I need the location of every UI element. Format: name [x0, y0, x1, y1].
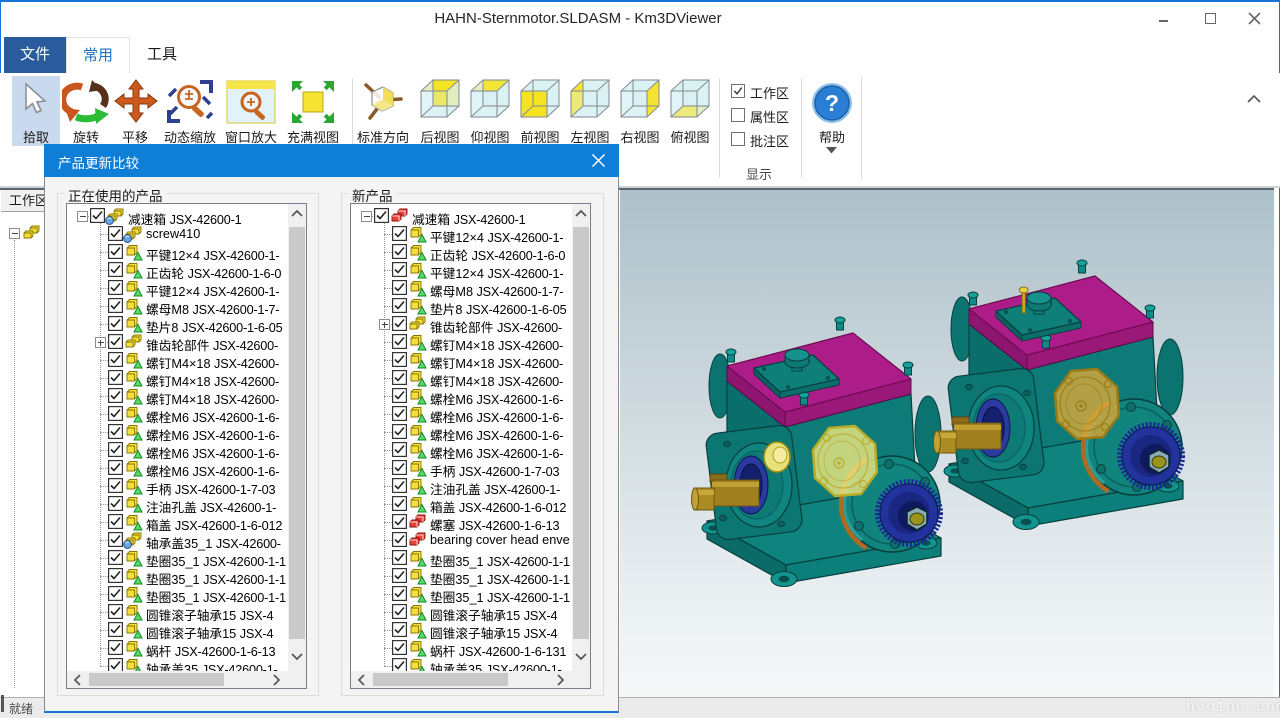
svg-text:?: ? [825, 90, 839, 116]
